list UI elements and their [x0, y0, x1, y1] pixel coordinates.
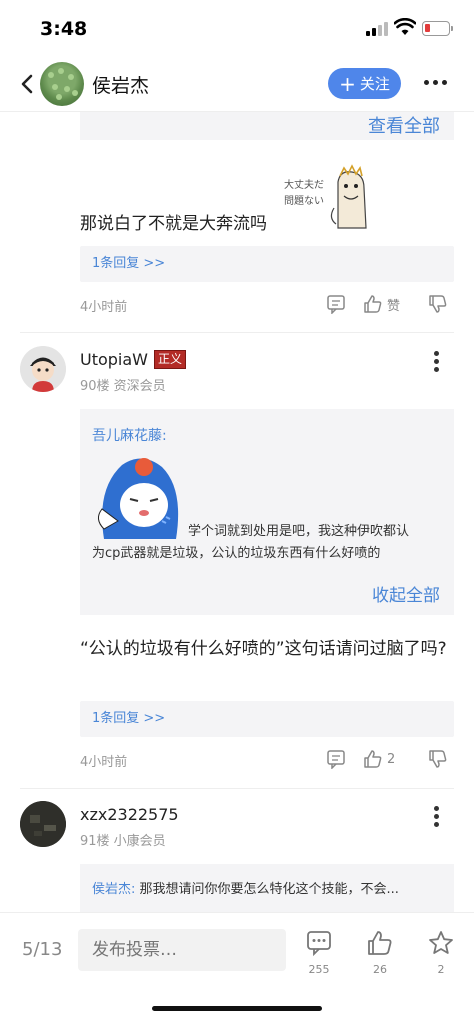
comment-icon: [327, 295, 345, 314]
nav-bar: 侯岩杰 + 关注: [0, 56, 474, 112]
like-count: 26: [373, 963, 387, 976]
dislike-button[interactable]: [428, 294, 448, 314]
status-time: 3:48: [40, 18, 88, 40]
floor-meta: 91楼 小康会员: [80, 834, 166, 849]
thumbs-up-icon: [364, 295, 382, 313]
username-text: UtopiaW: [80, 350, 148, 369]
avatar[interactable]: [40, 62, 84, 106]
post-options-icon[interactable]: [434, 351, 440, 373]
quote-author[interactable]: 吾儿麻花藤:: [92, 425, 167, 445]
divider: [20, 332, 454, 333]
thumbs-down-icon: [429, 750, 447, 768]
username[interactable]: xzx2322575: [80, 805, 179, 824]
reply-count-link[interactable]: 1条回复 >>: [80, 701, 454, 737]
like-label: 赞: [387, 298, 401, 314]
floor-meta: 90楼 资深会员: [80, 379, 166, 394]
username[interactable]: UtopiaW 正义: [80, 350, 187, 369]
more-options-icon[interactable]: [424, 80, 448, 86]
divider: [20, 788, 454, 789]
quote-text: 为cp武器就是垃圾，公认的垃圾东西有什么好喷的: [92, 546, 381, 561]
reply-text: “公认的垃圾有什么好喷的”这句话请问过脑了吗?: [80, 639, 447, 659]
quote-card: 侯岩杰: 那我想请问你你要怎么特化这个技能，不会...: [80, 864, 454, 912]
thumbs-down-icon: [429, 295, 447, 313]
like-count: 2: [387, 751, 396, 767]
back-chevron-icon[interactable]: [18, 72, 38, 96]
comment-button[interactable]: [326, 294, 346, 314]
follow-button[interactable]: + 关注: [328, 68, 401, 99]
like-button[interactable]: 2: [363, 749, 395, 769]
post-input[interactable]: [78, 929, 286, 971]
page-title[interactable]: 侯岩杰: [92, 71, 149, 98]
plus-icon: +: [339, 71, 356, 96]
svg-text:大丈夫だ: 大丈夫だ: [284, 178, 324, 191]
like-button[interactable]: 赞: [363, 294, 400, 314]
avatar[interactable]: [20, 346, 66, 392]
wifi-icon: [394, 18, 416, 35]
home-indicator: [152, 1006, 322, 1011]
page-indicator[interactable]: 5/13: [22, 939, 62, 960]
quote-author[interactable]: 侯岩杰:: [92, 882, 135, 897]
comment-button[interactable]: [326, 749, 346, 769]
thumbs-up-icon: [368, 931, 392, 955]
timestamp: 4小时前: [80, 755, 128, 770]
dislike-button[interactable]: [428, 749, 448, 769]
comment-icon: [327, 750, 345, 769]
thumbs-up-icon: [364, 750, 382, 768]
avatar[interactable]: [20, 801, 66, 847]
post-options-icon[interactable]: [434, 806, 440, 828]
favorite-count: 2: [437, 963, 445, 976]
quote-text: 那我想请问你你要怎么特化这个技能，不会...: [139, 882, 399, 897]
collapse-link[interactable]: 收起全部: [372, 581, 440, 606]
status-bar: 3:48: [0, 0, 474, 56]
comment-count: 255: [308, 963, 330, 976]
timestamp: 4小时前: [80, 300, 128, 315]
like-button[interactable]: 26: [360, 929, 400, 976]
reply-text: 那说白了不就是大奔流吗: [80, 214, 267, 234]
cellular-signal-icon: [366, 22, 388, 36]
sticker-image: [92, 449, 184, 541]
follow-label: 关注: [359, 75, 390, 93]
quote-card: 吾儿麻花藤: 学个词就到处用是吧，我这种伊吹都认 为cp武器就是垃圾，公认的垃圾…: [80, 409, 454, 615]
quote-preview: 侯岩杰: 那我想请问你你要怎么特化这个技能，不会...: [92, 878, 448, 897]
see-all-link[interactable]: 查看全部: [368, 112, 440, 138]
reply-count-link[interactable]: 1条回复 >>: [80, 246, 454, 282]
comments-button[interactable]: 255: [299, 929, 339, 976]
star-icon: [429, 931, 453, 954]
thread-content: 查看全部 大丈夫だ 問題ない 那说白了不就是大奔流吗 1条回复 >> 4小时前 …: [0, 112, 474, 912]
svg-text:問題ない: 問題ない: [284, 195, 324, 207]
battery-icon: [422, 21, 453, 36]
quote-text: 学个词就到处用是吧，我这种伊吹都认: [188, 524, 410, 539]
comment-icon: [307, 931, 331, 957]
title-badge: 正义: [154, 350, 187, 369]
favorite-button[interactable]: 2: [421, 929, 461, 976]
